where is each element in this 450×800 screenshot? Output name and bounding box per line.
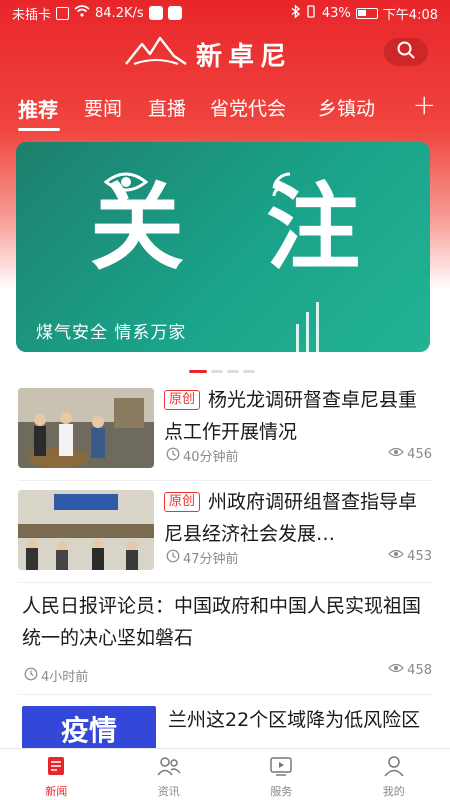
news-views: 458 [388, 662, 432, 678]
time-label: 4小时前 [41, 670, 89, 685]
divider [18, 694, 432, 695]
nav-label: 新闻 [45, 785, 68, 798]
carousel-dot[interactable] [243, 370, 255, 373]
status-bar: 未插卡 84.2K/s 43% 下午4:08 [0, 0, 450, 26]
news-title-2: 原创 州政府调研组督查指导卓尼县经济社会发展… [164, 486, 434, 550]
nav-profile[interactable]: 我的 [338, 749, 450, 800]
carousel-dot[interactable] [227, 370, 239, 373]
news-time: 4小时前 [24, 666, 88, 685]
clock-icon [166, 549, 180, 567]
brand-bar: 新卓尼 [0, 30, 450, 78]
carrier-label: 未插卡 [12, 7, 52, 23]
eye-views-icon [388, 662, 405, 678]
active-tab-indicator [18, 128, 60, 131]
app-logo: 新卓尼 [124, 34, 292, 74]
tab-live[interactable]: 直播 [148, 94, 186, 121]
carousel-indicator [189, 370, 255, 373]
banner-carousel[interactable]: 关 注 煤气安全 情系万家 [16, 142, 430, 352]
epidemic-badge: 疫情 [22, 706, 156, 748]
news-title-text: 杨光龙调研督查卓尼县重点工作开展情况 [164, 389, 418, 443]
news-thumbnail [18, 490, 154, 570]
news-views: 456 [388, 446, 432, 462]
carousel-dot[interactable] [189, 370, 207, 373]
wifi-icon [74, 5, 90, 21]
news-title-4: 兰州这22个区域降为低风险区 [168, 709, 421, 731]
banner-word-zhu: 注 [266, 174, 361, 283]
bluetooth-icon [291, 3, 300, 22]
news-item[interactable]: 原创 杨光龙调研督查卓尼县重点工作开展情况 40分钟前 456 [0, 384, 450, 480]
battery-percent: 43% [321, 5, 351, 21]
news-item[interactable]: 原创 州政府调研组督查指导卓尼县经济社会发展… 47分钟前 453 [0, 486, 450, 580]
battery-icon [355, 7, 378, 19]
views-count: 453 [407, 548, 432, 564]
news-time: 40分钟前 [166, 446, 239, 465]
views-count: 456 [407, 446, 432, 462]
add-channel-button[interactable]: + [413, 88, 436, 121]
user-icon [382, 755, 406, 781]
nav-label: 资讯 [157, 785, 180, 798]
tab-party-congress[interactable]: 省党代会 [210, 94, 286, 121]
network-speed: 84.2K/s [95, 5, 144, 21]
news-title-text: 州政府调研组督查指导卓尼县经济社会发展… [164, 491, 418, 545]
time-label: 47分钟前 [183, 552, 239, 567]
search-icon [397, 41, 415, 63]
banner-bars-graphic [294, 302, 334, 352]
eye-views-icon [388, 548, 405, 564]
nav-label: 服务 [270, 785, 293, 798]
original-tag: 原创 [164, 390, 201, 410]
nav-service[interactable]: 服务 [225, 749, 338, 800]
news-title-1: 原创 杨光龙调研督查卓尼县重点工作开展情况 [164, 384, 434, 448]
original-tag: 原创 [164, 492, 201, 512]
banner-word-guan: 关 [90, 174, 185, 283]
search-button[interactable] [384, 38, 428, 66]
nav-label: 我的 [382, 785, 405, 798]
app-notification-icon-2 [167, 6, 182, 20]
carousel-dot[interactable] [211, 370, 223, 373]
banner-caption: 煤气安全 情系万家 [36, 323, 187, 343]
video-icon [269, 755, 293, 781]
tab-township[interactable]: 乡镇动 [318, 94, 375, 121]
news-title-3: 人民日报评论员：中国政府和中国人民实现祖国统一的决心坚如磐石 [22, 595, 422, 649]
news-thumbnail [18, 388, 154, 468]
nav-info[interactable]: 资讯 [113, 749, 226, 800]
news-time: 47分钟前 [166, 548, 239, 567]
eye-views-icon [388, 446, 405, 462]
bottom-navigation: 新闻 资讯 服务 我的 [0, 748, 450, 800]
news-item[interactable]: 人民日报评论员：中国政府和中国人民实现祖国统一的决心坚如磐石 4小时前 458 [0, 590, 450, 690]
vibrate-icon [305, 4, 317, 22]
app-notification-icon [148, 6, 163, 20]
clock-icon [166, 447, 180, 465]
time-label: 40分钟前 [183, 450, 239, 465]
divider [18, 480, 432, 481]
nav-news[interactable]: 新闻 [0, 749, 113, 800]
category-tabs: 推荐 要闻 直播 省党代会 乡镇动 + [0, 88, 450, 132]
mountain-logo-icon [124, 34, 188, 74]
tab-recommend[interactable]: 推荐 [18, 94, 58, 123]
views-count: 458 [407, 662, 432, 678]
clock-icon [24, 667, 38, 685]
sim-icon [56, 6, 70, 20]
people-icon [157, 755, 181, 781]
news-views: 453 [388, 548, 432, 564]
news-icon [45, 755, 67, 781]
divider [18, 582, 432, 583]
tab-headlines[interactable]: 要闻 [84, 94, 122, 121]
news-item[interactable]: 疫情 兰州这22个区域降为低风险区 [0, 704, 450, 748]
clock: 下午4:08 [382, 7, 438, 23]
logo-text: 新卓尼 [196, 41, 293, 72]
